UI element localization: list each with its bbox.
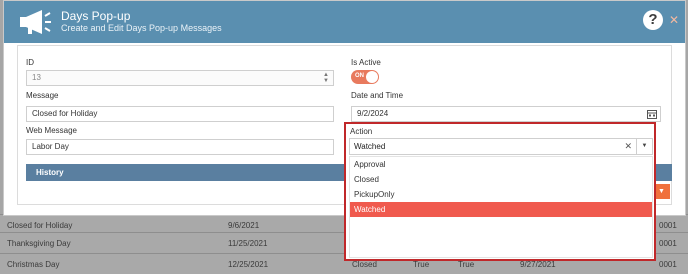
row-name: Closed for Holiday <box>7 221 73 230</box>
action-value: Watched <box>354 142 386 151</box>
row-date: 11/25/2021 <box>228 239 268 248</box>
row-code: 0001 <box>659 239 677 248</box>
date-value: 9/2/2024 <box>357 109 389 118</box>
spinner-icon[interactable]: ▲ ▼ <box>323 72 329 84</box>
action-option-watched[interactable]: Watched <box>350 202 652 217</box>
close-icon[interactable]: ✕ <box>669 13 679 27</box>
action-option-approval[interactable]: Approval <box>350 157 652 172</box>
history-header[interactable]: History <box>26 164 349 181</box>
megaphone-icon <box>20 10 51 34</box>
modal-header: Days Pop-up Create and Edit Days Pop-up … <box>4 1 685 43</box>
action-dropdown[interactable]: Action Watched ✕ ▼ Approval Closed Picku… <box>344 122 656 261</box>
toggle-on-label: ON <box>355 73 364 79</box>
row-date: 12/25/2021 <box>228 260 269 269</box>
row-date: 9/6/2021 <box>228 221 260 230</box>
toggle-knob <box>366 71 378 83</box>
message-label: Message <box>26 91 59 100</box>
date-field[interactable]: 9/2/2024 <box>351 106 661 122</box>
row-flag: True <box>458 260 475 269</box>
id-label: ID <box>26 58 34 67</box>
action-select[interactable]: Watched ✕ ▼ <box>349 138 653 155</box>
action-label: Action <box>350 127 373 136</box>
message-value: Closed for Holiday <box>32 109 98 118</box>
message-field[interactable]: Closed for Holiday <box>26 106 334 122</box>
action-option-pickuponly[interactable]: PickupOnly <box>350 187 652 202</box>
web-message-field[interactable]: Labor Day <box>26 139 334 155</box>
question-circle-icon[interactable]: ? <box>643 10 663 30</box>
date-label: Date and Time <box>351 91 404 100</box>
action-options-list: Approval Closed PickupOnly Watched <box>349 156 653 258</box>
modal-title: Days Pop-up <box>61 9 131 23</box>
modal-subtitle: Create and Edit Days Pop-up Messages <box>61 23 222 33</box>
is-active-label: Is Active <box>351 58 381 67</box>
id-field[interactable]: 13 ▲ ▼ <box>26 70 334 86</box>
row-code: 0001 <box>659 221 677 230</box>
web-message-label: Web Message <box>26 126 77 135</box>
row-name: Christmas Day <box>7 260 60 269</box>
action-option-closed[interactable]: Closed <box>350 172 652 187</box>
web-message-value: Labor Day <box>32 142 69 151</box>
clear-icon[interactable]: ✕ <box>624 139 632 154</box>
id-value: 13 <box>32 73 41 82</box>
row-name: Thanksgiving Day <box>7 239 71 248</box>
row-code: 0001 <box>659 260 677 269</box>
is-active-toggle[interactable]: ON <box>351 70 379 84</box>
chevron-down-icon[interactable]: ▼ <box>636 139 652 154</box>
row-active: True <box>413 260 430 269</box>
row-status: Closed <box>352 260 377 269</box>
calendar-icon[interactable] <box>647 109 657 119</box>
row-mod-date: 9/27/2021 <box>520 260 556 269</box>
